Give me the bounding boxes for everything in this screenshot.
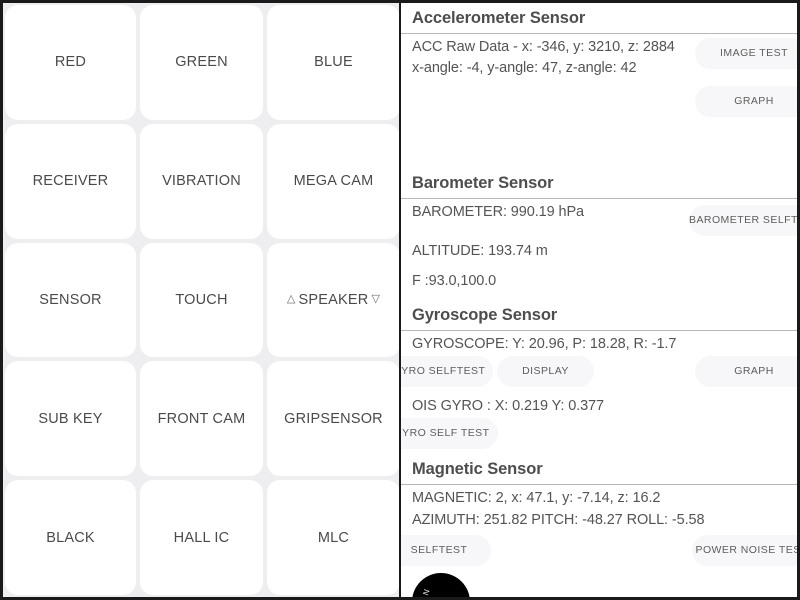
compass-widget: N (412, 573, 470, 597)
grid-cell-label: BLACK (46, 529, 95, 546)
gyroscope-readout: GYROSCOPE: Y: 20.96, P: 18.28, R: -1.7 (412, 336, 677, 352)
grid-cell-label: SPEAKER (298, 291, 369, 308)
magnetic-orientation-readout: AZIMUTH: 251.82 PITCH: -48.27 ROLL: -5.5… (412, 512, 705, 528)
barometer-section-title: Barometer Sensor (412, 174, 554, 192)
magnetic-button-row: SELFTEST POWER NOISE TEST (401, 535, 797, 569)
grid-cell-label: MEGA CAM (293, 173, 374, 190)
grid-cell-receiver[interactable]: RECEIVER (5, 123, 136, 239)
grid-cell-red[interactable]: RED (5, 5, 136, 120)
grid-cell-label: GRIPSENSOR (284, 410, 383, 427)
gyro-selftest-button[interactable]: GYRO SELFTEST (401, 356, 493, 387)
accelerometer-section-title: Accelerometer Sensor (412, 9, 586, 27)
compass-north-label: N (421, 588, 431, 596)
grid-cell-label: RECEIVER (32, 173, 109, 190)
ois-gyro-readout: OIS GYRO : X: 0.219 Y: 0.377 (412, 398, 604, 414)
grid-cell-hall-ic[interactable]: HALL IC (140, 480, 263, 595)
grid-cell-label: VIBRATION (162, 173, 241, 190)
barometer-altitude-readout: ALTITUDE: 193.74 m (412, 243, 548, 259)
triangle-up-icon: △ (286, 293, 296, 306)
grid-cell-label: SENSOR (39, 291, 102, 308)
gyroscope-section-title: Gyroscope Sensor (412, 306, 558, 324)
grid-cell-green[interactable]: GREEN (140, 5, 263, 120)
grid-cell-label: SUB KEY (38, 410, 103, 427)
grid-cell-vibration[interactable]: VIBRATION (140, 123, 263, 239)
triangle-down-icon: ▽ (371, 293, 381, 306)
gyro-display-button[interactable]: DISPLAY (497, 356, 594, 387)
grid-cell-gripsensor[interactable]: GRIPSENSOR (267, 361, 399, 477)
grid-cell-sub-key[interactable]: SUB KEY (5, 361, 136, 477)
grid-cell-black[interactable]: BLACK (5, 480, 136, 595)
magnetic-section-title: Magnetic Sensor (412, 460, 543, 478)
grid-cell-label: FRONT CAM (157, 410, 246, 427)
grid-cell-label: BLUE (314, 54, 353, 71)
grid-cell-mega-cam[interactable]: MEGA CAM (267, 123, 399, 239)
compass-needle-icon: N (421, 588, 431, 596)
sensor-readout-panel: Accelerometer Sensor ACC Raw Data - x: -… (401, 3, 800, 597)
gyro-graph-button[interactable]: GRAPH (695, 356, 797, 387)
gyro-self-test-button[interactable]: GYRO SELF TEST (401, 418, 498, 449)
accelerometer-graph-button[interactable]: GRAPH (695, 86, 797, 117)
grid-cell-mlc[interactable]: MLC (267, 480, 399, 595)
barometer-f-readout: F :93.0,100.0 (412, 273, 497, 289)
magnetic-selftest-button[interactable]: SELFTEST (401, 535, 491, 566)
grid-cell-label: GREEN (175, 54, 228, 71)
grid-cell-label: TOUCH (175, 291, 228, 308)
power-noise-test-button[interactable]: POWER NOISE TEST (692, 535, 797, 566)
hardware-test-grid: RED GREEN BLUE RECEIVER VIBRATION MEGA C… (0, 3, 399, 597)
ois-gyro-button-row: GYRO SELF TEST (401, 418, 797, 452)
grid-cell-front-cam[interactable]: FRONT CAM (140, 361, 263, 477)
image-test-button[interactable]: IMAGE TEST (695, 38, 797, 69)
grid-cell-speaker[interactable]: △ SPEAKER ▽ (267, 242, 399, 358)
gyroscope-button-row: GYRO SELFTEST DISPLAY GRAPH (401, 356, 797, 390)
magnetic-readout: MAGNETIC: 2, x: 47.1, y: -7.14, z: 16.2 (412, 490, 661, 506)
app-screen: RED GREEN BLUE RECEIVER VIBRATION MEGA C… (0, 0, 800, 600)
grid-cell-label: RED (54, 54, 87, 71)
grid-cell-touch[interactable]: TOUCH (140, 242, 263, 358)
grid-cell-label: MLC (317, 529, 350, 546)
grid-cell-blue[interactable]: BLUE (267, 5, 399, 120)
grid-cell-sensor[interactable]: SENSOR (5, 242, 136, 358)
grid-cell-label: HALL IC (173, 529, 230, 546)
barometer-selftest-button[interactable]: BAROMETER SELFTEST (689, 205, 797, 236)
